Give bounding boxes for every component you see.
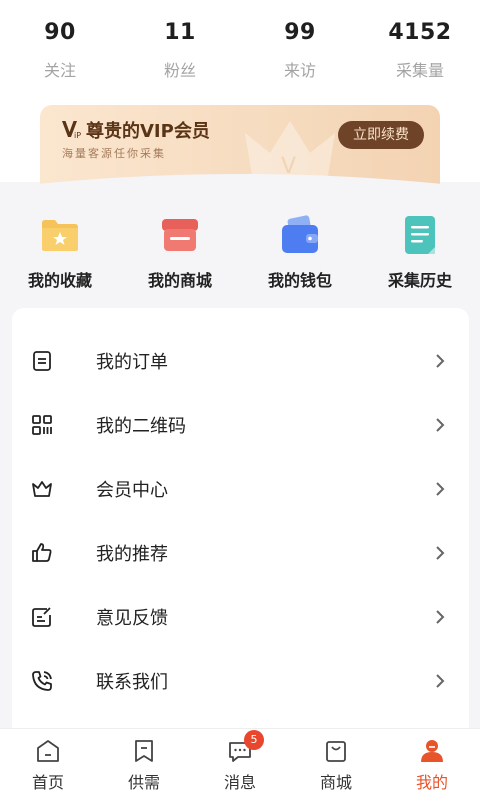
menu-item-orders-label: 我的订单 <box>96 352 168 373</box>
menu-item-qrcode-label: 我的二维码 <box>96 416 186 437</box>
quick-history[interactable]: 采集历史 <box>360 205 480 295</box>
quick-wallet[interactable]: 我的钱包 <box>240 205 360 295</box>
stat-following[interactable]: 90 关注 <box>0 18 120 88</box>
vip-title: 尊贵的VIP会员 <box>86 121 210 142</box>
quick-favorites[interactable]: 我的收藏 <box>0 205 120 295</box>
chevron-right-icon <box>436 674 445 688</box>
tab-home-label: 首页 <box>31 773 64 792</box>
folder-star-icon <box>42 220 78 251</box>
chevron-right-icon <box>436 546 445 560</box>
phone-icon <box>32 671 52 691</box>
stat-fans-value: 11 <box>164 20 196 45</box>
bag-icon <box>326 741 346 762</box>
menu-item-contact[interactable]: 联系我们 <box>12 649 469 713</box>
tab-home[interactable]: 首页 <box>0 729 96 800</box>
menu-item-contact-label: 联系我们 <box>96 672 168 693</box>
quick-actions: 我的收藏 我的商城 我的钱包 采集历史 <box>0 205 480 295</box>
order-icon <box>33 351 51 371</box>
profile-header: 90 关注 11 粉丝 99 来访 4152 采集量 iP 尊贵的VIP会员 海… <box>0 0 480 200</box>
tab-messages-label: 消息 <box>223 773 256 792</box>
menu-item-membership-label: 会员中心 <box>96 480 168 501</box>
stat-visitors-value: 99 <box>284 20 316 45</box>
wallet-icon <box>282 215 318 253</box>
chevron-right-icon <box>436 418 445 432</box>
tab-supply[interactable]: 供需 <box>96 729 192 800</box>
menu-item-feedback[interactable]: 意见反馈 <box>12 585 469 649</box>
stat-collected-value: 4152 <box>388 20 452 45</box>
tab-mall-label: 商城 <box>319 773 352 792</box>
qrcode-icon <box>32 415 52 435</box>
chevron-right-icon <box>436 610 445 624</box>
menu-item-qrcode[interactable]: 我的二维码 <box>12 393 469 457</box>
quick-history-label: 采集历史 <box>387 271 452 290</box>
tab-mine[interactable]: 我的 <box>384 729 480 800</box>
stats-bar: 90 关注 11 粉丝 99 来访 4152 采集量 <box>0 18 480 88</box>
menu-item-membership[interactable]: 会员中心 <box>12 457 469 521</box>
vip-subtitle: 海量客源任你采集 <box>62 147 166 160</box>
crown-icon <box>32 481 52 497</box>
menu-list: 我的订单 我的二维码 会员中心 我的推荐 意见反馈 联系我们 <box>12 308 469 738</box>
menu-item-recommend[interactable]: 我的推荐 <box>12 521 469 585</box>
quick-favorites-label: 我的收藏 <box>27 271 92 290</box>
stat-fans-label: 粉丝 <box>163 61 196 80</box>
menu-item-recommend-label: 我的推荐 <box>96 544 168 565</box>
home-icon <box>37 740 59 762</box>
tab-messages[interactable]: 5 消息 <box>192 729 288 800</box>
bookmark-icon <box>135 740 153 762</box>
quick-shop[interactable]: 我的商城 <box>120 205 240 295</box>
tab-mine-label: 我的 <box>415 773 448 792</box>
stat-visitors[interactable]: 99 来访 <box>240 18 360 88</box>
chevron-right-icon <box>436 482 445 496</box>
header-wave <box>0 174 480 200</box>
bottom-tab-bar: 首页 供需 5 消息 商城 我的 <box>0 728 480 800</box>
stat-fans[interactable]: 11 粉丝 <box>120 18 240 88</box>
svg-text:iP: iP <box>74 131 81 140</box>
history-doc-icon <box>405 216 435 254</box>
tab-supply-label: 供需 <box>127 773 160 792</box>
stat-visitors-label: 来访 <box>283 61 316 80</box>
tab-mall[interactable]: 商城 <box>288 729 384 800</box>
quick-wallet-label: 我的钱包 <box>267 271 332 290</box>
profile-icon <box>421 740 443 762</box>
feedback-icon <box>32 607 51 627</box>
renew-button[interactable]: 立即续费 <box>338 121 424 149</box>
stat-following-label: 关注 <box>43 61 76 80</box>
shop-icon <box>162 219 198 251</box>
menu-item-orders[interactable]: 我的订单 <box>12 329 469 393</box>
stat-collected[interactable]: 4152 采集量 <box>360 18 480 88</box>
quick-shop-label: 我的商城 <box>147 271 212 290</box>
stat-following-value: 90 <box>44 20 76 45</box>
stat-collected-label: 采集量 <box>395 61 444 80</box>
message-badge: 5 <box>244 730 264 750</box>
vip-logo-icon: iP <box>62 121 81 140</box>
thumbs-up-icon <box>32 543 52 562</box>
menu-item-feedback-label: 意见反馈 <box>96 608 168 629</box>
chevron-right-icon <box>436 354 445 368</box>
